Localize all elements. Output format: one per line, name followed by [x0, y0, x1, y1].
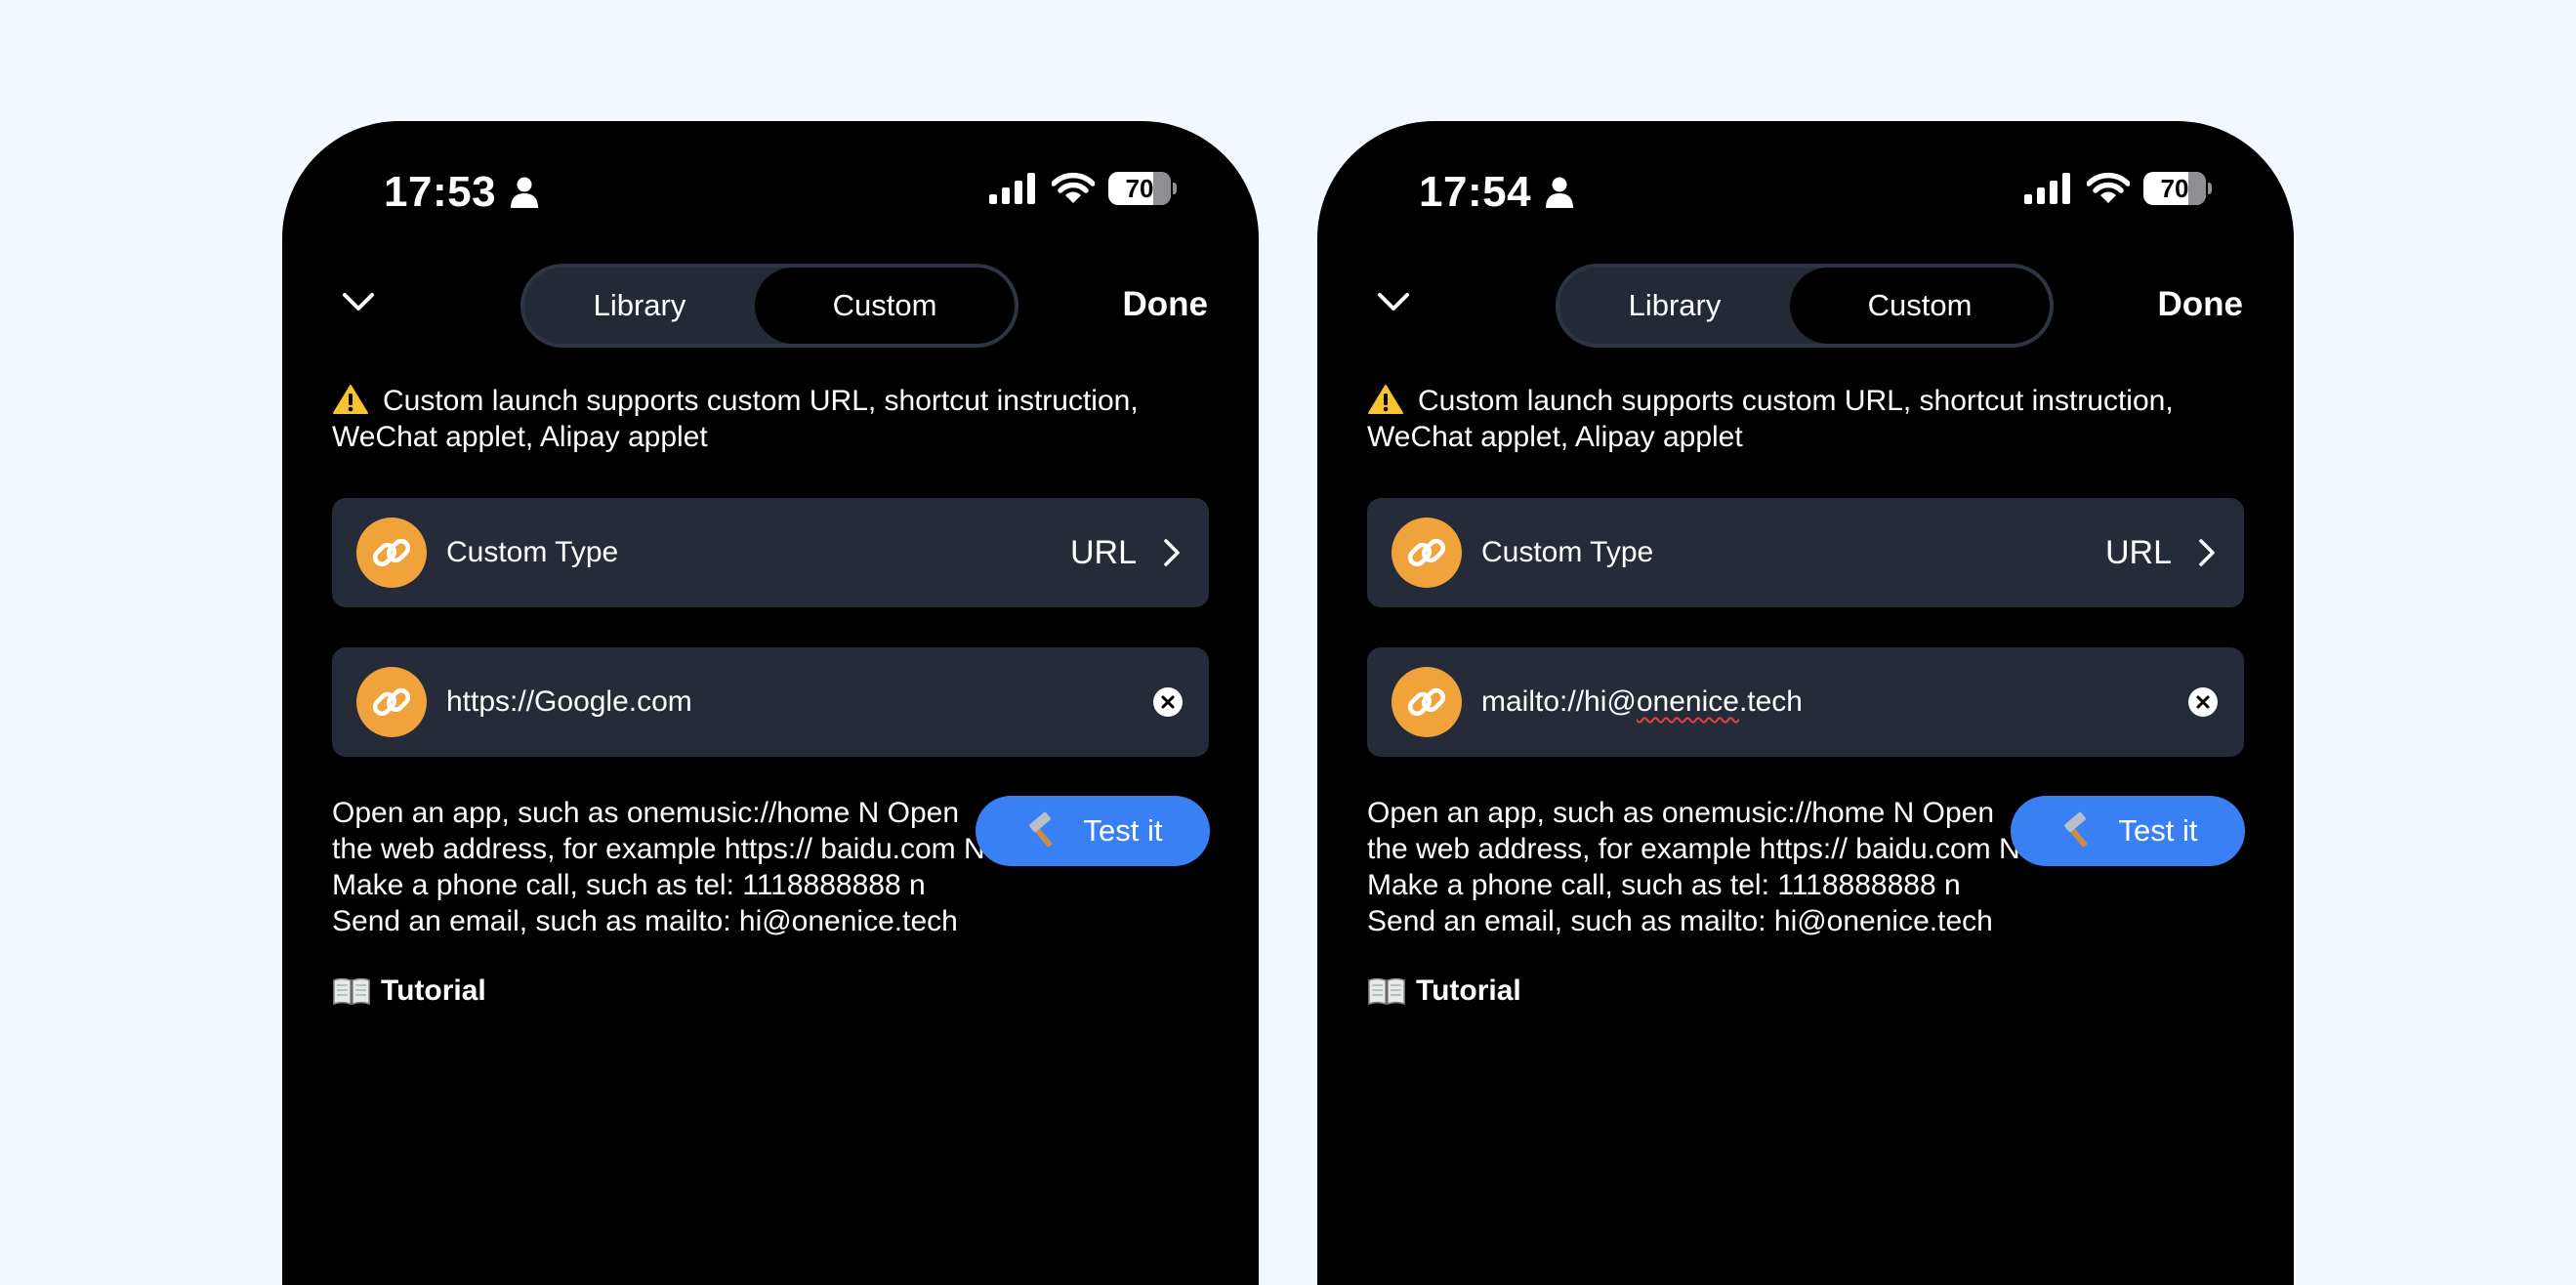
test-it-label: Test it	[1083, 813, 1163, 848]
help-text: Open an app, such as onemusic://home N O…	[1367, 797, 2020, 937]
url-input-row: mailto://hi@onenice.tech	[1367, 647, 2244, 757]
custom-type-row[interactable]: Custom Type URL	[1367, 498, 2244, 607]
help-text: Open an app, such as onemusic://home N O…	[332, 797, 985, 937]
tutorial-label: Tutorial	[381, 974, 486, 1007]
clear-icon[interactable]	[2187, 686, 2219, 718]
tab-library[interactable]: Library	[524, 268, 755, 344]
tutorial-link[interactable]: Tutorial	[332, 974, 486, 1008]
spellcheck-word: onenice	[1636, 685, 1739, 718]
status-time-text: 17:53	[384, 168, 497, 216]
link-icon	[356, 518, 427, 588]
tab-custom[interactable]: Custom	[1790, 268, 2050, 344]
tab-custom[interactable]: Custom	[755, 268, 1015, 344]
test-it-label: Test it	[2118, 813, 2198, 848]
test-it-button[interactable]: Test it	[2011, 796, 2245, 866]
tab-library[interactable]: Library	[1559, 268, 1790, 344]
status-bar-time: 17:53	[384, 168, 539, 217]
person-icon	[511, 177, 539, 208]
tutorial-label: Tutorial	[1416, 974, 1521, 1007]
phone-screen-left: 17:53 70 Library Custom Done Custom laun…	[282, 121, 1259, 1285]
hammer-icon	[1028, 811, 1052, 848]
chevron-right-icon	[2199, 539, 2215, 566]
wifi-icon	[1052, 172, 1095, 203]
test-it-button[interactable]: Test it	[976, 796, 1210, 866]
warning-message: Custom launch supports custom URL, short…	[332, 383, 1211, 455]
custom-type-label: Custom Type	[1481, 536, 1654, 568]
warning-message: Custom launch supports custom URL, short…	[1367, 383, 2246, 455]
custom-type-label: Custom Type	[446, 536, 619, 568]
chevron-down-icon[interactable]	[1374, 287, 1413, 316]
status-bar-indicators: 70	[989, 172, 1177, 205]
battery-level: 70	[1125, 173, 1154, 203]
warning-text: Custom launch supports custom URL, short…	[332, 385, 1139, 453]
url-input[interactable]: https://Google.com	[446, 685, 1152, 719]
battery-icon: 70	[2143, 172, 2206, 205]
status-bar-indicators: 70	[2024, 172, 2212, 205]
url-input[interactable]: mailto://hi@onenice.tech	[1481, 685, 2187, 719]
phone-screen-right: 17:54 70 Library Custom Done Custom laun…	[1317, 121, 2294, 1285]
warning-text: Custom launch supports custom URL, short…	[1367, 385, 2174, 453]
segmented-control: Library Custom	[1556, 264, 2054, 348]
custom-type-row[interactable]: Custom Type URL	[332, 498, 1209, 607]
chevron-right-icon	[1164, 539, 1180, 566]
wifi-icon	[2087, 172, 2130, 203]
battery-icon: 70	[1108, 172, 1171, 205]
book-icon	[1368, 977, 1405, 1006]
cellular-signal-icon	[2024, 173, 2070, 204]
warning-icon	[1368, 385, 1403, 414]
link-icon	[1392, 518, 1462, 588]
cellular-signal-icon	[989, 173, 1035, 204]
battery-level: 70	[2160, 173, 2189, 203]
battery-nub	[2208, 183, 2212, 194]
book-icon	[333, 977, 370, 1006]
custom-type-value: URL	[2104, 533, 2172, 571]
url-prefix: mailto://hi@	[1481, 685, 1637, 718]
custom-type-value: URL	[1069, 533, 1137, 571]
done-button[interactable]: Done	[2158, 285, 2244, 324]
done-button[interactable]: Done	[1123, 285, 1209, 324]
link-icon	[356, 667, 427, 737]
tutorial-link[interactable]: Tutorial	[1367, 974, 1521, 1008]
url-input-row: https://Google.com	[332, 647, 1209, 757]
hammer-icon	[2063, 811, 2087, 848]
battery-nub	[1173, 183, 1177, 194]
status-bar-time: 17:54	[1419, 168, 1574, 217]
segmented-control: Library Custom	[520, 264, 1018, 348]
chevron-down-icon[interactable]	[339, 287, 378, 316]
link-icon	[1392, 667, 1462, 737]
clear-icon[interactable]	[1152, 686, 1184, 718]
warning-icon	[333, 385, 368, 414]
url-suffix: .tech	[1738, 685, 1803, 718]
person-icon	[1546, 177, 1574, 208]
status-time-text: 17:54	[1419, 168, 1532, 216]
